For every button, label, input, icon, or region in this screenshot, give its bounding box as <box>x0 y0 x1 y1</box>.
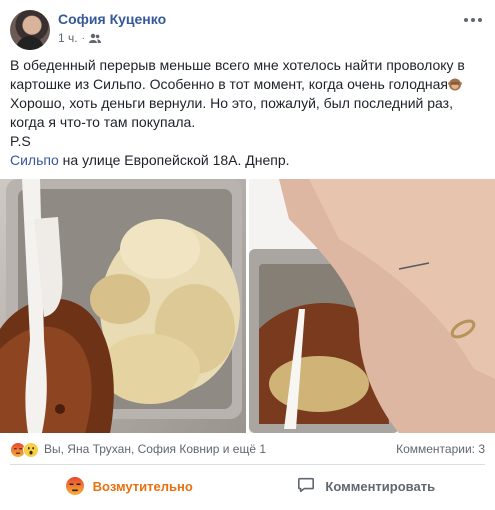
see-no-evil-monkey-icon <box>448 77 462 91</box>
post-text-line: Сильпо на улице Европейской 18А. Днепр. <box>10 151 485 170</box>
photo-hand-with-wire[interactable] <box>249 179 495 433</box>
post-time[interactable]: 1 ч. <box>58 31 78 45</box>
author-name[interactable]: София Куценко <box>58 11 166 27</box>
react-button[interactable]: Возмутительно <box>10 468 248 504</box>
post-card: София Куценко 1 ч. · В обеденный перерыв… <box>0 0 495 510</box>
comment-button[interactable]: Комментировать <box>248 468 486 504</box>
angry-reaction-icon <box>65 476 85 496</box>
reaction-names[interactable]: Вы, Яна Трухан, София Ковнир и ещё 1 <box>44 442 266 456</box>
action-bar: Возмутительно Комментировать <box>10 468 485 504</box>
photo-grid <box>0 179 495 433</box>
photo-food-tray[interactable] <box>0 179 246 433</box>
post-text-line-content: картошке из Сильпо. Особенно в тот момен… <box>10 76 448 92</box>
post-text-line-content: на улице Европейской 18А. Днепр. <box>58 152 290 168</box>
avatar[interactable] <box>10 10 50 50</box>
reactions-summary: Вы, Яна Трухан, София Ковнир и ещё 1 Ком… <box>10 440 485 460</box>
meta-separator: · <box>81 32 85 44</box>
comment-icon <box>297 476 317 496</box>
react-button-label: Возмутительно <box>92 478 193 494</box>
post-header: София Куценко 1 ч. · <box>10 6 485 52</box>
comments-count[interactable]: Комментарии: 3 <box>396 442 485 456</box>
reaction-icons[interactable] <box>10 442 39 458</box>
wow-reaction-icon[interactable] <box>23 442 39 458</box>
more-options-icon[interactable] <box>461 10 485 30</box>
post-text-line: Хорошо, хоть деньги вернули. Но это, пож… <box>10 95 453 111</box>
post-meta: 1 ч. · <box>58 31 101 45</box>
post-text-line: В обеденный перерыв меньше всего мне хот… <box>10 57 465 73</box>
post-text-line: когда я что-то там покупала. <box>10 114 196 130</box>
post-text-line: картошке из Сильпо. Особенно в тот момен… <box>10 75 485 94</box>
post-text: В обеденный перерыв меньше всего мне хот… <box>10 56 485 170</box>
divider <box>10 464 485 465</box>
comment-button-label: Комментировать <box>325 478 436 494</box>
friends-icon[interactable] <box>88 33 101 44</box>
page-link-silpo[interactable]: Сильпо <box>10 152 59 168</box>
post-text-line: P.S <box>10 133 31 149</box>
